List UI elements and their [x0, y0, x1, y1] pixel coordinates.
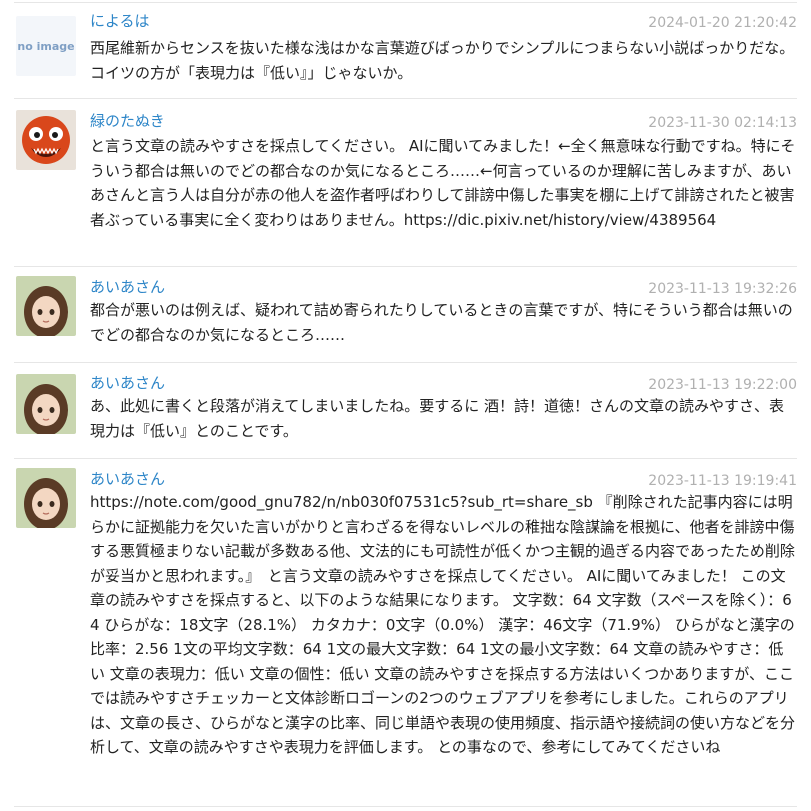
comment-author[interactable]: あいあさん: [90, 374, 165, 392]
comment-body: 都合が悪いのは例えば、疑われて詰め寄られたりしているときの言葉ですが、特にそうい…: [90, 301, 793, 344]
comment-timestamp: 2024-01-20 21:20:42: [648, 15, 797, 31]
comment-item: no image によるは 2024-01-20 21:20:42 西尾維新から…: [0, 0, 811, 98]
divider: [14, 266, 797, 267]
comment-timestamp: 2023-11-30 02:14:13: [648, 115, 797, 131]
avatar-monster[interactable]: [16, 110, 76, 170]
avatar-label: no image: [17, 40, 74, 53]
comment-author[interactable]: によるは: [90, 12, 150, 30]
comment-timestamp: 2023-11-13 19:32:26: [648, 281, 797, 297]
avatar-anime-girl[interactable]: [16, 374, 76, 434]
comment-body: と言う文章の読みやすさを採点してください。 AIに聞いてみました！←全く無意味な…: [90, 137, 796, 229]
comment-body: 西尾維新からセンスを抜いた様な浅はかな言葉遊びばっかりでシンプルにつまらない小説…: [90, 39, 795, 82]
comment-item: あいあさん 2023-11-13 19:22:00 あ、此処に書くと段落が消えて…: [0, 362, 811, 458]
comment-body: あ、此処に書くと段落が消えてしまいましたね。要するに 酒！詩！道徳！さんの文章の…: [90, 397, 785, 440]
comment-author[interactable]: あいあさん: [90, 278, 165, 296]
comment-body: https://note.com/good_gnu782/n/nb030f075…: [90, 493, 796, 756]
avatar-anime-girl[interactable]: [16, 468, 76, 528]
comment-item: あいあさん 2023-11-13 19:32:26 都合が悪いのは例えば、疑われ…: [0, 266, 811, 362]
comment-item: 緑のたぬき 2023-11-30 02:14:13 と言う文章の読みやすさを採点…: [0, 98, 811, 266]
divider: [14, 806, 797, 807]
comment-author[interactable]: 緑のたぬき: [90, 112, 165, 130]
avatar-anime-girl[interactable]: [16, 276, 76, 336]
divider: [14, 98, 797, 99]
divider: [14, 458, 797, 459]
comment-timestamp: 2023-11-13 19:22:00: [648, 377, 797, 393]
divider: [14, 2, 797, 3]
divider: [14, 362, 797, 363]
comment-item: あいあさん 2023-11-13 19:19:41 https://note.c…: [0, 458, 811, 806]
comment-timestamp: 2023-11-13 19:19:41: [648, 473, 797, 489]
comment-author[interactable]: あいあさん: [90, 470, 165, 488]
avatar-no-image[interactable]: no image: [16, 16, 76, 76]
comment-list: no image によるは 2024-01-20 21:20:42 西尾維新から…: [0, 0, 811, 811]
